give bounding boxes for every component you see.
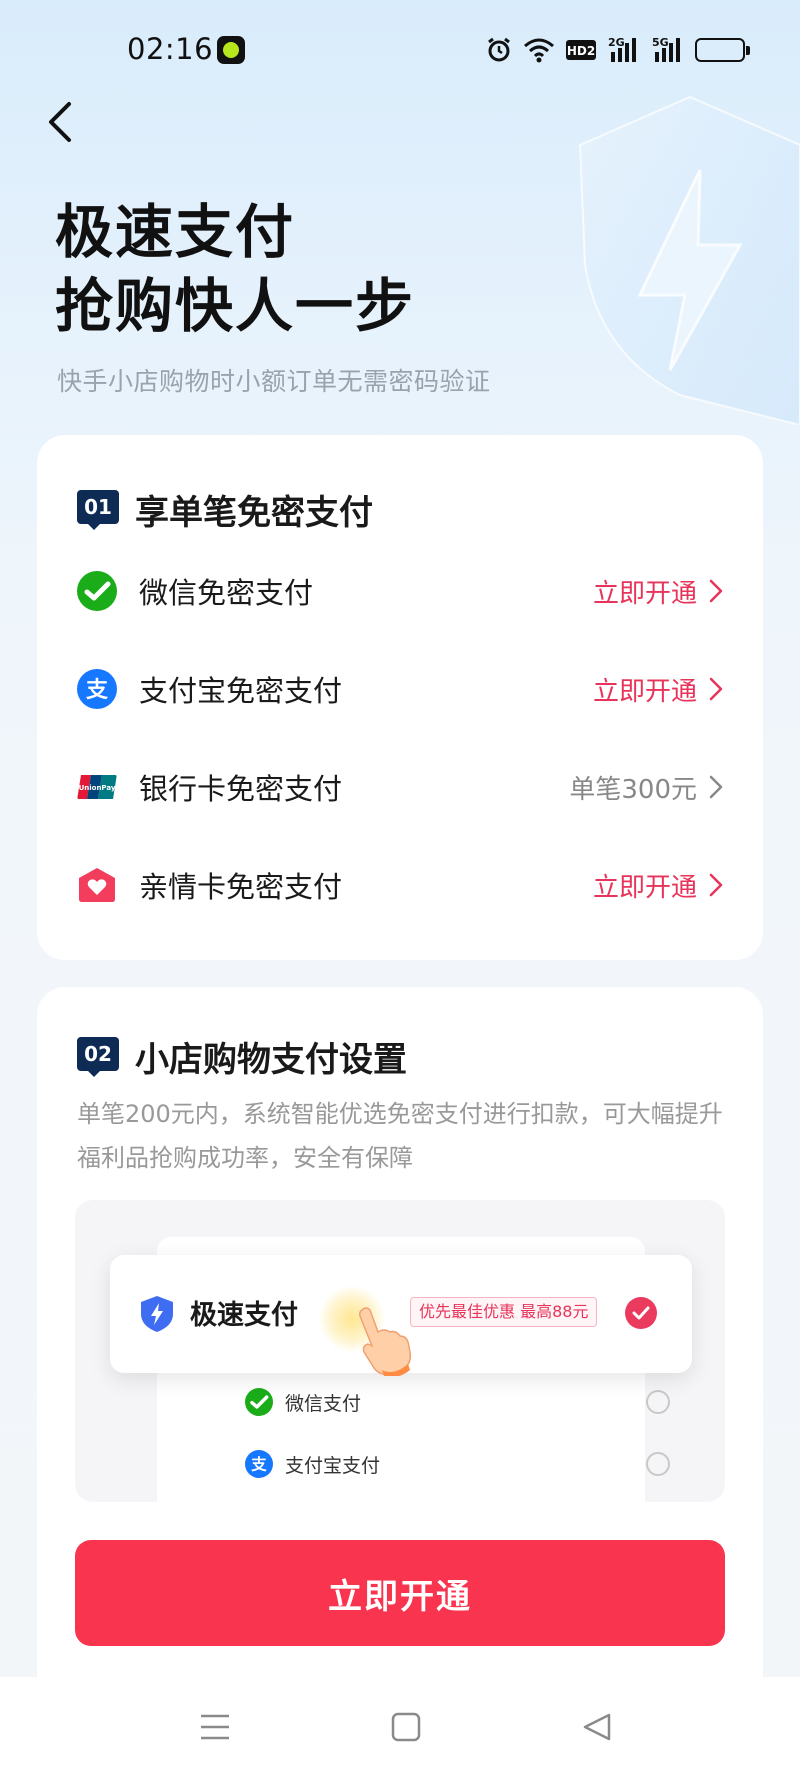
discount-tag: 优先最佳优惠 最高88元 xyxy=(410,1297,598,1327)
wechat-free-pay-row[interactable]: 微信免密支付 立即开通 xyxy=(77,561,723,621)
svg-text:5G: 5G xyxy=(652,36,669,49)
radio-unchecked xyxy=(646,1390,670,1414)
enable-wechat-link[interactable]: 立即开通 xyxy=(593,573,723,610)
pay-label: 支付宝免密支付 xyxy=(139,674,343,708)
svg-text:2G: 2G xyxy=(608,36,625,49)
page-title: 极速支付 抢购快人一步 xyxy=(55,195,415,343)
section-header: 01 享单笔免密支付 xyxy=(77,485,373,534)
section-header: 02 小店购物支付设置 xyxy=(77,1032,407,1081)
chevron-right-icon xyxy=(709,775,723,799)
back-nav-button[interactable] xyxy=(572,1702,622,1752)
demo-selected-title: 极速支付 xyxy=(190,1300,298,1331)
pay-label: 银行卡免密支付 xyxy=(139,772,343,806)
battery-icon xyxy=(695,35,750,65)
action-label: 立即开通 xyxy=(592,676,697,707)
bank-card-free-pay-row[interactable]: UnionPay 银行卡免密支付 单笔300元 xyxy=(77,757,723,817)
status-time: 02:16 xyxy=(127,32,214,66)
svg-text:HD2: HD2 xyxy=(567,44,595,58)
shield-lightning-decoration xyxy=(500,95,800,427)
check-icon xyxy=(625,1297,657,1329)
svg-text:支: 支 xyxy=(250,1455,267,1474)
alipay-free-pay-row[interactable]: 支 支付宝免密支付 立即开通 xyxy=(77,659,723,719)
title-line-1: 极速支付 xyxy=(55,198,296,266)
enable-now-button[interactable]: 立即开通 xyxy=(75,1540,725,1646)
demo-option-label: 支付宝支付 xyxy=(285,1454,381,1477)
demo-selected-option: 极速支付 优先最佳优惠 最高88元 xyxy=(110,1255,692,1378)
chevron-right-icon xyxy=(709,579,723,603)
section-number: 02 xyxy=(84,1041,112,1066)
alipay-icon: 支 xyxy=(245,1450,273,1478)
hd2-icon: HD2 xyxy=(565,35,597,65)
action-label: 单笔300元 xyxy=(569,774,697,805)
section-title: 小店购物支付设置 xyxy=(135,1040,407,1080)
bank-card-limit-link[interactable]: 单笔300元 xyxy=(569,769,723,806)
unionpay-icon: UnionPay xyxy=(77,767,117,807)
enable-family-card-link[interactable]: 立即开通 xyxy=(593,867,723,904)
section-single-payment-card: 01 享单笔免密支付 微信免密支付 立即开通 支 支付宝免密支付 立即开通 Un… xyxy=(37,435,763,960)
radio-unchecked xyxy=(646,1452,670,1476)
app-notification-icon xyxy=(217,36,245,64)
back-triangle-icon xyxy=(583,1713,611,1741)
wechat-pay-icon xyxy=(77,571,117,611)
section-payment-settings-card: 02 小店购物支付设置 单笔200元内，系统智能优选免密支付进行扣款，可大幅提升… xyxy=(37,987,763,1690)
page-subtitle: 快手小店购物时小额订单无需密码验证 xyxy=(57,367,491,396)
demo-wechat-option: 微信支付 xyxy=(245,1382,685,1422)
signal-2g-icon: 2G xyxy=(607,35,641,65)
action-label: 立即开通 xyxy=(592,578,697,609)
section-number-badge: 02 xyxy=(77,1036,119,1077)
section-number: 01 xyxy=(84,494,112,519)
pay-label: 亲情卡免密支付 xyxy=(139,870,343,904)
chevron-right-icon xyxy=(709,677,723,701)
shield-lightning-icon xyxy=(140,1295,174,1337)
title-line-2: 抢购快人一步 xyxy=(55,272,416,340)
wechat-pay-icon xyxy=(245,1388,273,1416)
alarm-icon xyxy=(485,35,513,65)
pointing-hand-icon xyxy=(354,1306,414,1380)
status-bar: 02:16 HD2 2G 5G xyxy=(0,0,800,100)
alipay-icon: 支 xyxy=(77,669,117,709)
wifi-icon xyxy=(523,35,555,65)
system-nav-bar xyxy=(0,1677,800,1778)
action-label: 立即开通 xyxy=(592,872,697,903)
svg-text:UnionPay: UnionPay xyxy=(79,784,116,792)
pay-label: 微信免密支付 xyxy=(139,576,314,610)
svg-text:支: 支 xyxy=(86,678,109,703)
status-icons: HD2 2G 5G xyxy=(485,34,750,66)
menu-button[interactable] xyxy=(190,1702,240,1752)
menu-icon xyxy=(201,1714,229,1740)
home-icon xyxy=(391,1712,421,1742)
demo-option-label: 微信支付 xyxy=(285,1392,362,1415)
home-button[interactable] xyxy=(381,1702,431,1752)
section-description: 单笔200元内，系统智能优选免密支付进行扣款，可大幅提升福利品抢购成功率，安全有… xyxy=(77,1100,723,1172)
signal-5g-icon: 5G xyxy=(651,35,685,65)
enable-alipay-link[interactable]: 立即开通 xyxy=(593,671,723,708)
section-title: 享单笔免密支付 xyxy=(135,493,373,533)
back-button[interactable] xyxy=(30,92,90,152)
chevron-left-icon xyxy=(49,102,71,142)
demo-alipay-option: 支 支付宝支付 xyxy=(245,1444,685,1484)
chevron-right-icon xyxy=(709,873,723,897)
section-number-badge: 01 xyxy=(77,489,119,530)
family-card-icon xyxy=(77,865,117,905)
family-card-free-pay-row[interactable]: 亲情卡免密支付 立即开通 xyxy=(77,855,723,915)
